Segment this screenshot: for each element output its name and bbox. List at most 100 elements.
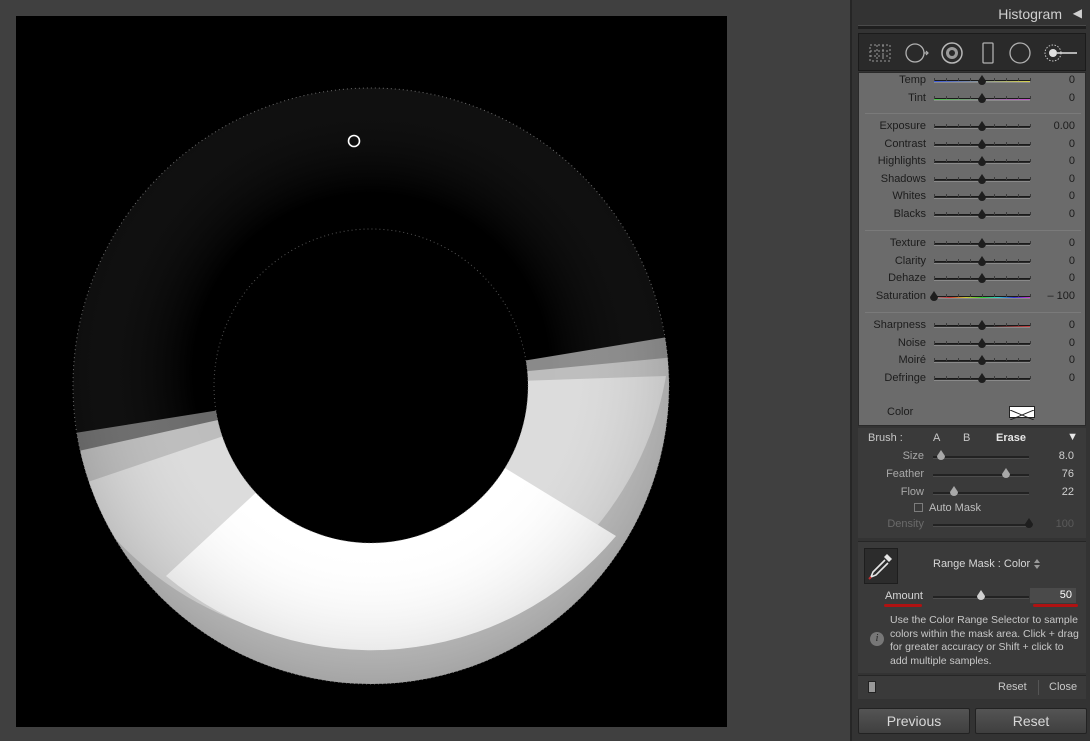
brush-slider-value[interactable]: 22 bbox=[1062, 486, 1074, 498]
slider-tick bbox=[958, 141, 959, 145]
range-mask-title[interactable]: Range Mask : Color bbox=[933, 558, 1030, 570]
auto-mask-checkbox[interactable]: Auto Mask bbox=[914, 502, 981, 514]
slider-thumb[interactable] bbox=[977, 337, 987, 350]
slider-track-tint[interactable] bbox=[934, 92, 1031, 103]
dropdown-arrows-icon[interactable] bbox=[1034, 558, 1040, 570]
slider-thumb[interactable] bbox=[977, 191, 987, 203]
slider-thumb[interactable] bbox=[977, 75, 987, 87]
slider-track-saturation[interactable] bbox=[930, 290, 1031, 301]
collapse-triangle-icon[interactable]: ◀ bbox=[1073, 6, 1082, 20]
slider-track-temp[interactable] bbox=[934, 75, 1031, 85]
slider-track-noise[interactable] bbox=[934, 337, 1031, 348]
slider-thumb[interactable] bbox=[977, 156, 987, 168]
panel-reset-button[interactable]: Reset bbox=[998, 681, 1027, 693]
slider-track-dehaze[interactable] bbox=[934, 273, 1031, 283]
slider-thumb[interactable] bbox=[977, 355, 987, 367]
slider-tick bbox=[1018, 375, 1019, 379]
develop-window: Histogram ◀ Temp 0 Tint 0 Exposure 0.00 … bbox=[0, 0, 1090, 741]
slider-track-whites[interactable] bbox=[934, 191, 1031, 201]
panel-close-button[interactable]: Close bbox=[1049, 681, 1077, 693]
slider-track-shadows[interactable] bbox=[934, 173, 1031, 184]
red-eye-icon[interactable] bbox=[939, 40, 965, 66]
slider-value[interactable]: 0 bbox=[1069, 237, 1075, 249]
range-mask-help-text: Use the Color Range Selector to sample c… bbox=[890, 614, 1079, 667]
brush-slider-feather[interactable] bbox=[933, 468, 1029, 478]
slider-track-clarity[interactable] bbox=[934, 255, 1031, 266]
slider-value[interactable]: 0 bbox=[1069, 319, 1075, 331]
slider-tick bbox=[970, 258, 971, 262]
slider-value[interactable]: 0 bbox=[1069, 138, 1075, 150]
slider-value[interactable]: 0 bbox=[1069, 92, 1075, 104]
slider-thumb[interactable] bbox=[977, 255, 987, 268]
photo-preview[interactable] bbox=[16, 16, 727, 727]
slider-value[interactable]: 0 bbox=[1069, 372, 1075, 384]
slider-thumb[interactable] bbox=[977, 238, 987, 250]
brush-slider-thumb[interactable] bbox=[1001, 468, 1011, 480]
slider-thumb[interactable] bbox=[977, 372, 987, 385]
slider-value[interactable]: 0 bbox=[1069, 272, 1075, 284]
amount-slider-thumb[interactable] bbox=[976, 590, 986, 602]
slider-tick bbox=[946, 375, 947, 379]
brush-slider-density[interactable] bbox=[933, 518, 1033, 528]
crop-overlay-icon[interactable] bbox=[867, 40, 893, 66]
slider-value[interactable]: 0 bbox=[1069, 208, 1075, 220]
slider-value[interactable]: – 100 bbox=[1047, 290, 1075, 302]
slider-thumb[interactable] bbox=[977, 273, 987, 285]
brush-option-erase[interactable]: Erase bbox=[996, 432, 1026, 444]
slider-value[interactable]: 0.00 bbox=[1054, 120, 1075, 132]
slider-thumb[interactable] bbox=[977, 92, 987, 105]
slider-value[interactable]: 0 bbox=[1069, 155, 1075, 167]
slider-track-exposure[interactable] bbox=[934, 121, 1031, 131]
brush-slider-label: Flow bbox=[900, 486, 924, 498]
info-icon: i bbox=[870, 632, 884, 646]
slider-thumb[interactable] bbox=[977, 208, 987, 221]
slider-thumb[interactable] bbox=[977, 138, 987, 151]
slider-value[interactable]: 0 bbox=[1069, 173, 1075, 185]
spot-removal-icon[interactable] bbox=[903, 40, 929, 66]
slider-label: Highlights bbox=[877, 155, 926, 167]
radial-filter-icon[interactable] bbox=[1007, 40, 1033, 66]
amount-value[interactable]: 50 bbox=[1030, 588, 1076, 603]
reset-button[interactable]: Reset bbox=[975, 708, 1087, 734]
slider-value[interactable]: 0 bbox=[1069, 354, 1075, 366]
previous-button[interactable]: Previous bbox=[858, 708, 970, 734]
slider-tick bbox=[970, 159, 971, 162]
adjustment-brush-icon[interactable] bbox=[1041, 40, 1079, 66]
slider-value[interactable]: 0 bbox=[1069, 74, 1075, 86]
slider-thumb[interactable] bbox=[977, 320, 987, 332]
panel-switch-toggle[interactable] bbox=[868, 681, 876, 693]
slider-value[interactable]: 0 bbox=[1069, 190, 1075, 202]
slider-tick bbox=[1030, 141, 1031, 145]
slider-track-texture[interactable] bbox=[934, 238, 1031, 248]
slider-value[interactable]: 0 bbox=[1069, 337, 1075, 349]
brush-slider-thumb[interactable] bbox=[1024, 518, 1034, 530]
slider-thumb[interactable] bbox=[929, 290, 939, 303]
slider-track-highlights[interactable] bbox=[934, 156, 1031, 166]
slider-track-contrast[interactable] bbox=[934, 138, 1031, 149]
slider-track-defringe[interactable] bbox=[934, 372, 1031, 383]
slider-track-sharpness[interactable] bbox=[934, 320, 1031, 330]
brush-option-a[interactable]: A bbox=[933, 432, 940, 444]
brush-slider-flow[interactable] bbox=[933, 486, 1029, 496]
slider-thumb[interactable] bbox=[977, 121, 987, 133]
brush-slider-thumb[interactable] bbox=[936, 450, 946, 462]
color-swatch[interactable] bbox=[1009, 406, 1035, 421]
slider-thumb[interactable] bbox=[977, 173, 987, 186]
amount-slider[interactable] bbox=[933, 590, 1029, 600]
brush-slider-thumb[interactable] bbox=[949, 486, 959, 498]
amount-label: Amount bbox=[885, 590, 923, 602]
slider-track-moir[interactable] bbox=[934, 355, 1031, 365]
brush-collapse-icon[interactable]: ▼ bbox=[1067, 431, 1078, 443]
graduated-filter-icon[interactable] bbox=[975, 40, 1001, 66]
brush-slider-value[interactable]: 100 bbox=[1056, 518, 1074, 530]
histogram-header[interactable]: Histogram ◀ bbox=[852, 0, 1090, 30]
brush-slider-value[interactable]: 8.0 bbox=[1059, 450, 1074, 462]
brush-slider-size[interactable] bbox=[933, 450, 1029, 460]
slider-value[interactable]: 0 bbox=[1069, 255, 1075, 267]
slider-tick bbox=[994, 241, 995, 244]
slider-track-blacks[interactable] bbox=[934, 208, 1031, 219]
slider-tick bbox=[970, 323, 971, 326]
color-range-selector-button[interactable] bbox=[864, 548, 898, 584]
brush-option-b[interactable]: B bbox=[963, 432, 970, 444]
brush-slider-value[interactable]: 76 bbox=[1062, 468, 1074, 480]
